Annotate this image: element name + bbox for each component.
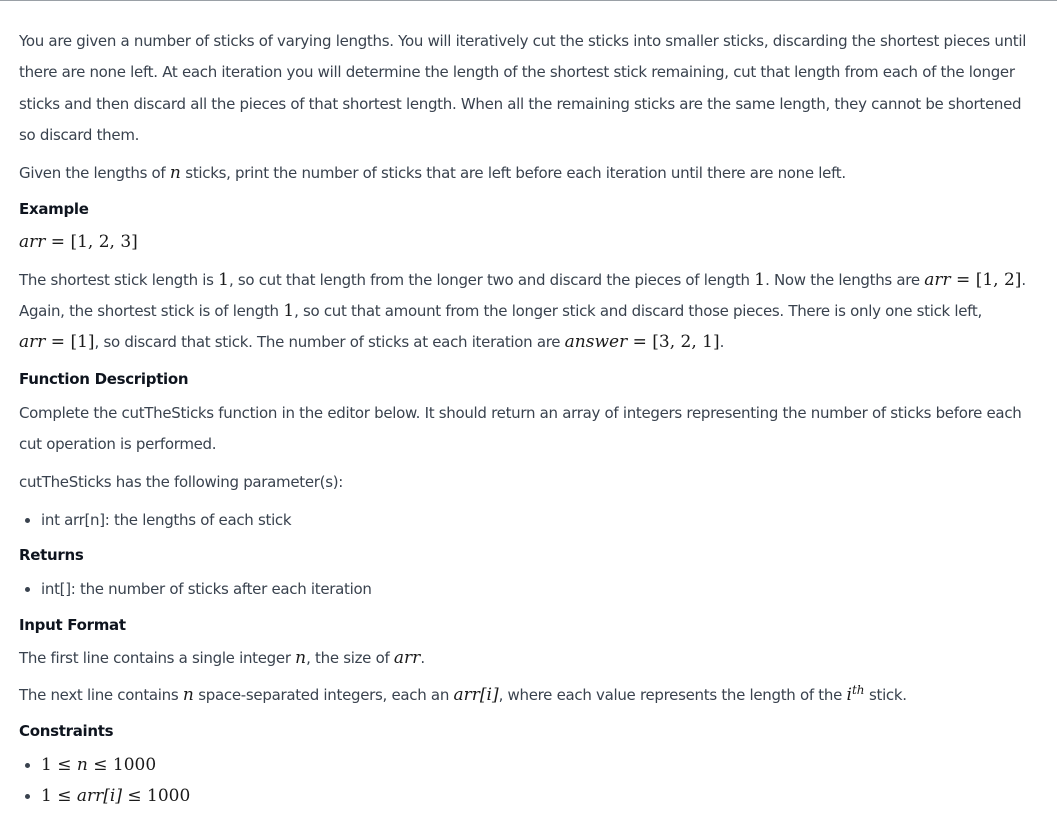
top-border bbox=[0, 0, 1057, 1]
math-arr-value-2: = [1, 2] bbox=[950, 269, 1022, 290]
input-text-1b: , the size of bbox=[306, 648, 394, 667]
constraints-heading: Constraints bbox=[19, 721, 114, 740]
math-answer-value: = [3, 2, 1] bbox=[627, 332, 720, 353]
returns-heading: Returns bbox=[19, 546, 84, 565]
math-n: n bbox=[182, 684, 194, 705]
input-text-1a: The first line contains a single integer bbox=[19, 648, 296, 667]
math-one: 1 bbox=[218, 269, 229, 290]
example-text-7: , so discard that stick. The number of s… bbox=[94, 333, 565, 352]
input-format-line-1: The first line contains a single integer… bbox=[19, 644, 1039, 673]
parameters-intro: cutTheSticks has the following parameter… bbox=[19, 472, 344, 491]
constraint-1-lhs: 1 ≤ bbox=[41, 754, 77, 775]
math-one: 1 bbox=[283, 301, 295, 322]
math-arr: arr bbox=[19, 332, 46, 353]
math-n: n bbox=[76, 754, 88, 775]
math-arr: arr bbox=[393, 647, 421, 668]
returns-list: int[]: the number of sticks after each i… bbox=[19, 574, 1039, 606]
intro-task-text-a: Given the lengths of bbox=[19, 163, 170, 182]
constraint-2-lhs: 1 ≤ bbox=[41, 786, 77, 807]
example-explanation: The shortest stick length is 1, so cut t… bbox=[19, 265, 1039, 359]
input-text-2d: stick. bbox=[864, 685, 907, 704]
math-arr: arr bbox=[19, 231, 46, 252]
math-arr-i: arr[i] bbox=[76, 786, 122, 807]
math-arr-value: = [1, 2, 3] bbox=[45, 231, 138, 252]
input-text-2c: , where each value represents the length… bbox=[498, 685, 847, 704]
example-text-8: . bbox=[719, 333, 725, 352]
list-item: int arr[n]: the lengths of each stick bbox=[41, 505, 1039, 537]
input-text-2b: space-separated integers, each an bbox=[193, 685, 454, 704]
list-item: 1 ≤ n ≤ 1000 bbox=[41, 750, 1039, 782]
math-one: 1 bbox=[754, 269, 766, 290]
math-arr-i: arr[i] bbox=[453, 684, 499, 705]
math-n: n bbox=[169, 162, 181, 183]
input-format-line-2: The next line contains n space-separated… bbox=[19, 676, 1039, 710]
example-text-3: . Now the lengths are bbox=[765, 270, 925, 289]
math-n: n bbox=[295, 647, 307, 668]
constraint-1-rhs: ≤ 1000 bbox=[87, 754, 157, 775]
intro-task-text-b: sticks, print the number of sticks that … bbox=[180, 163, 846, 182]
list-item: 1 ≤ arr[i] ≤ 1000 bbox=[41, 781, 1039, 813]
input-format-heading: Input Format bbox=[19, 615, 126, 634]
constraints-list: 1 ≤ n ≤ 1000 1 ≤ arr[i] ≤ 1000 bbox=[19, 750, 1039, 813]
math-th-superscript: th bbox=[851, 682, 865, 697]
input-text-1c: . bbox=[420, 648, 425, 667]
example-heading: Example bbox=[19, 199, 89, 218]
constraint-2-rhs: ≤ 1000 bbox=[121, 786, 191, 807]
math-answer: answer bbox=[564, 332, 628, 353]
math-arr-value-3: = [1] bbox=[45, 332, 95, 353]
example-text-4: . bbox=[1021, 270, 1026, 289]
example-text-6: , so cut that amount from the longer sti… bbox=[294, 302, 982, 321]
function-description-paragraph: Complete the cutTheSticks function in th… bbox=[19, 403, 1022, 454]
function-description-heading: Function Description bbox=[19, 369, 189, 388]
parameters-list: int arr[n]: the lengths of each stick bbox=[19, 505, 1039, 537]
problem-statement: You are given a number of sticks of vary… bbox=[19, 26, 1039, 815]
intro-paragraph: You are given a number of sticks of vary… bbox=[19, 32, 1027, 145]
example-text-5: Again, the shortest stick is of length bbox=[19, 302, 284, 321]
example-text-2: , so cut that length from the longer two… bbox=[228, 270, 755, 289]
list-item: int[]: the number of sticks after each i… bbox=[41, 574, 1039, 606]
math-arr: arr bbox=[924, 269, 951, 290]
input-text-2a: The next line contains bbox=[19, 685, 183, 704]
example-text-1: The shortest stick length is bbox=[19, 270, 219, 289]
example-array: arr = [1, 2, 3] bbox=[19, 228, 1039, 257]
intro-task-paragraph: Given the lengths of n sticks, print the… bbox=[19, 159, 1039, 188]
